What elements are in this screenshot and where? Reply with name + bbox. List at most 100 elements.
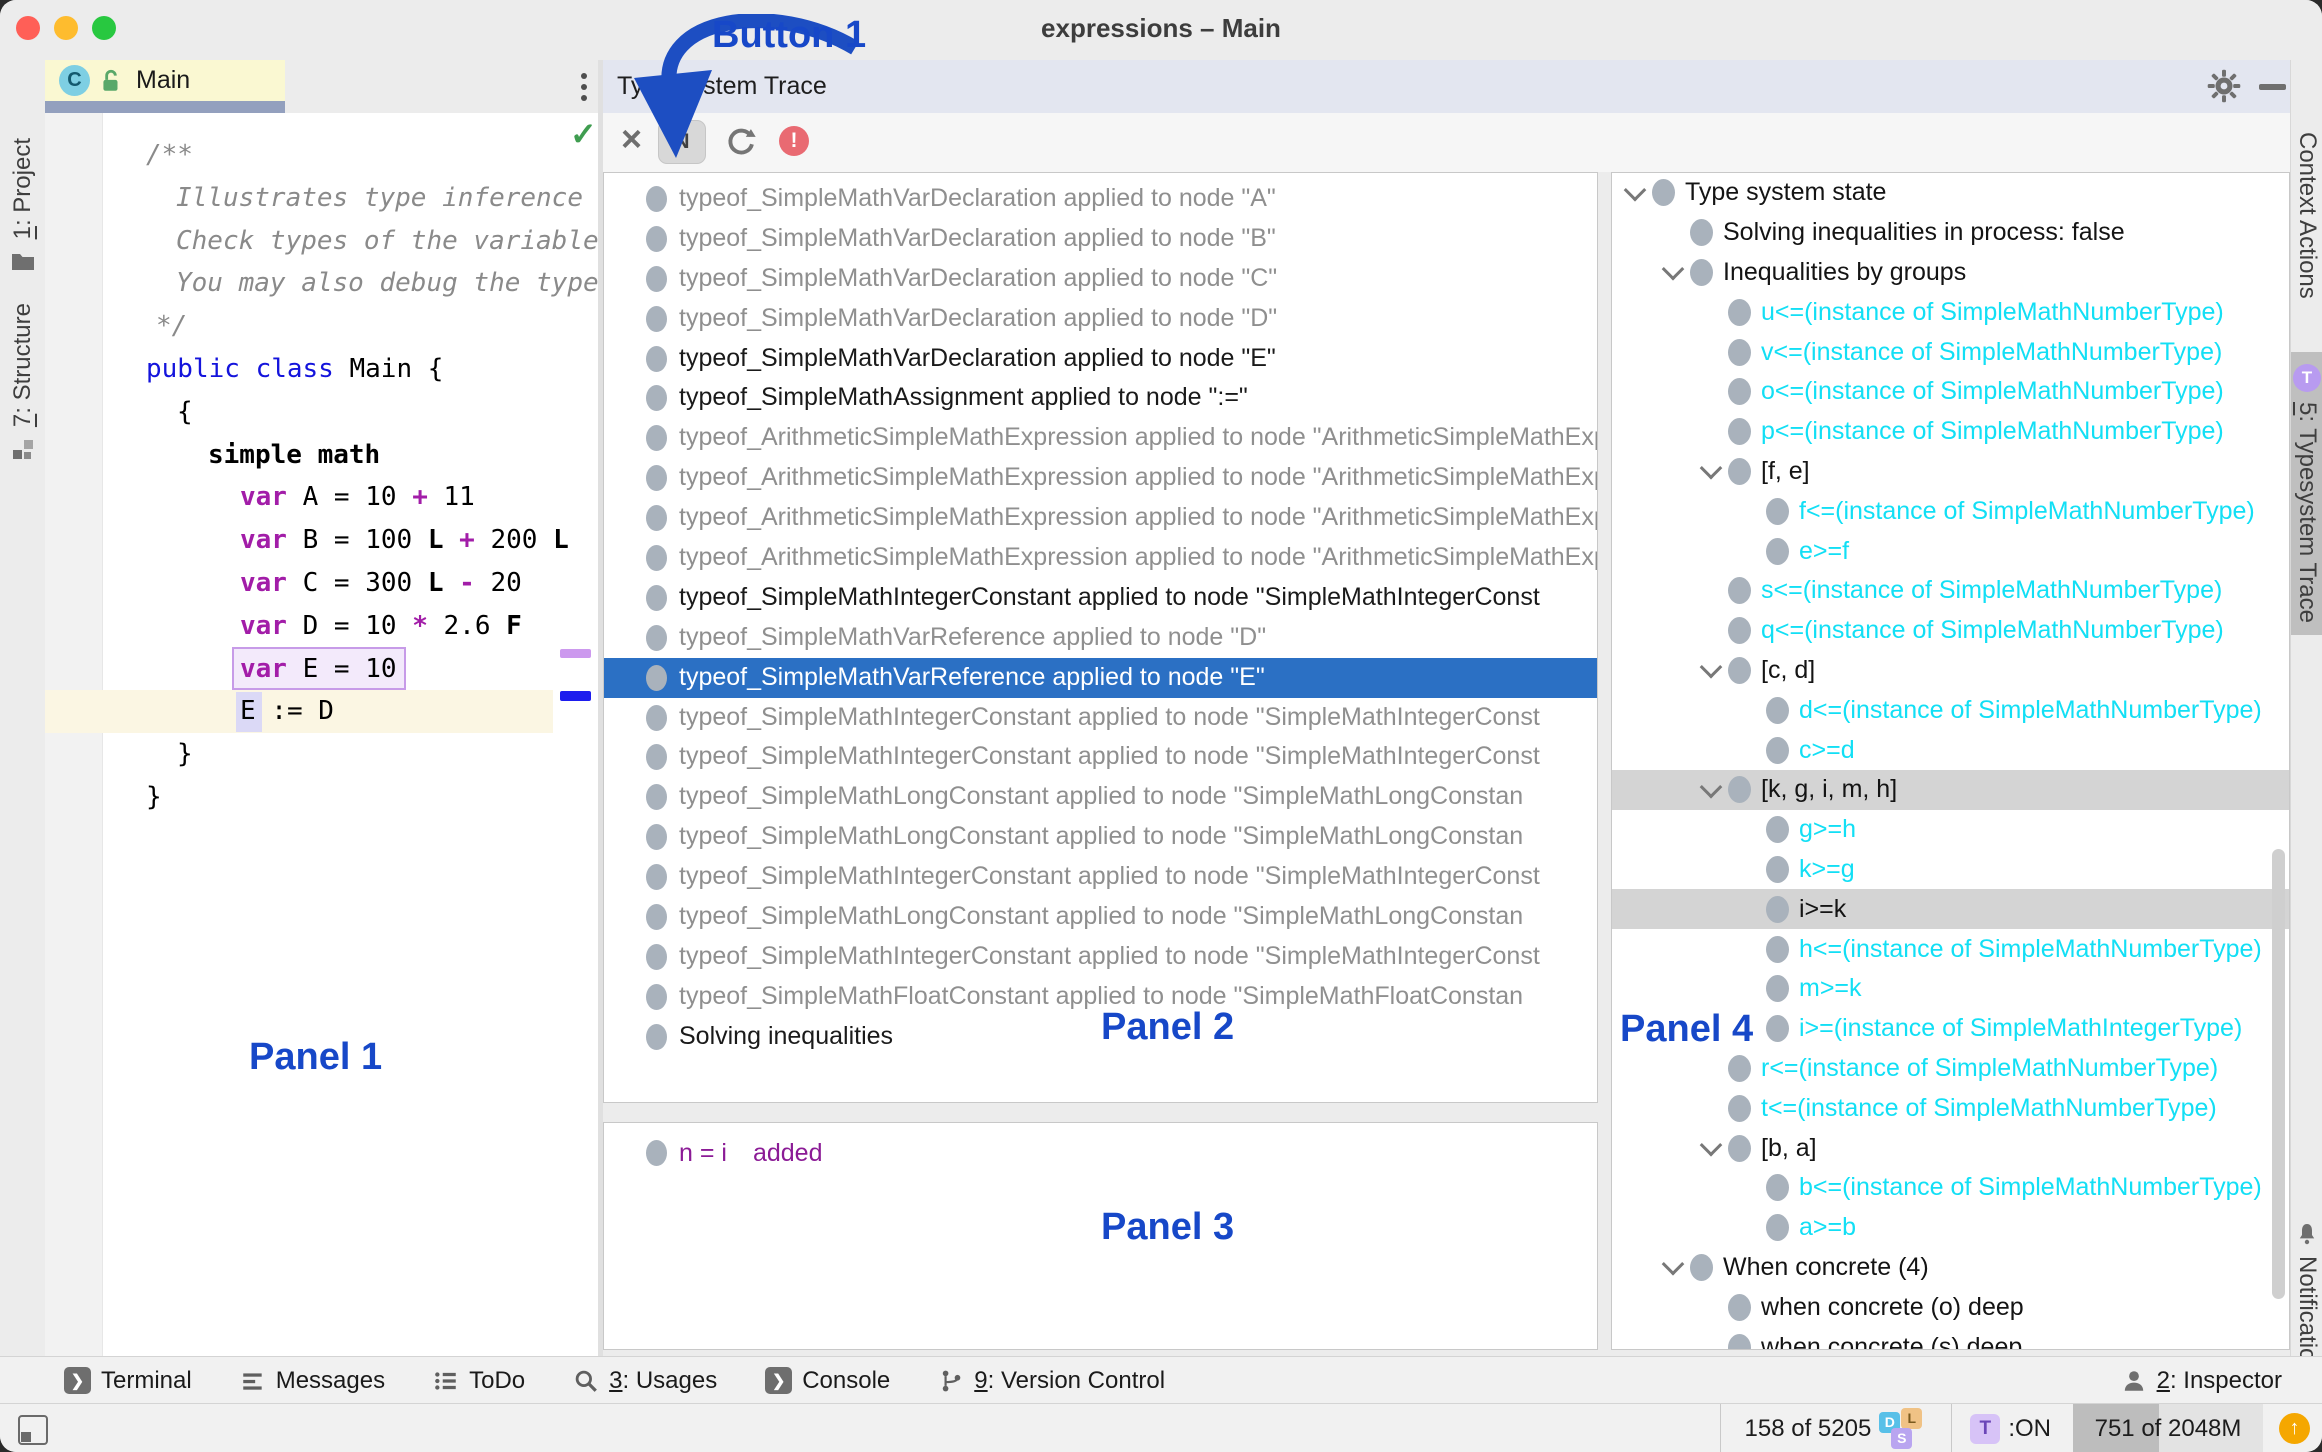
tool-window-bar: ❯Terminal Messages ToDo 3: Usages ❯Console 9:… — [0, 1356, 2322, 1404]
tree-row[interactable]: [f, e] — [1612, 452, 2289, 492]
tree-row[interactable]: when concrete (s) deep — [1612, 1327, 2289, 1350]
code-line[interactable]: */ — [45, 305, 598, 348]
tree-row[interactable]: d<=(instance of SimpleMathNumberType) — [1612, 690, 2289, 730]
code-line[interactable]: public class Main { — [45, 348, 598, 391]
tree-row[interactable]: c>=d — [1612, 730, 2289, 770]
trace-event-row[interactable]: typeof_ArithmeticSimpleMathExpression ap… — [604, 498, 1597, 538]
code-line[interactable]: var E = 10 — [45, 648, 598, 691]
trace-event-row[interactable]: typeof_SimpleMathIntegerConstant applied… — [604, 937, 1597, 977]
typesystem-toggle-state[interactable]: :ON — [2008, 1415, 2051, 1443]
trace-event-list[interactable]: typeof_SimpleMathVarDeclaration applied … — [603, 172, 1598, 1103]
tool-window-button-terminal[interactable]: ❯Terminal — [64, 1367, 192, 1395]
tree-row[interactable]: h<=(instance of SimpleMathNumberType) — [1612, 929, 2289, 969]
messages-icon — [240, 1368, 266, 1394]
code-line[interactable]: } — [45, 776, 598, 819]
tree-row[interactable]: When concrete (4) — [1612, 1248, 2289, 1288]
code-line[interactable]: simple math — [45, 434, 598, 477]
code-line[interactable]: You may also debug the types — [45, 262, 598, 305]
tool-window-button-usages[interactable]: 3: Usages — [573, 1367, 717, 1395]
editor-tab-main[interactable]: C Main — [45, 60, 285, 101]
tree-row[interactable]: v<=(instance of SimpleMathNumberType) — [1612, 332, 2289, 372]
tool-window-button-messages[interactable]: Messages — [240, 1367, 385, 1395]
tree-row[interactable]: [c, d] — [1612, 651, 2289, 691]
tree-row[interactable]: g>=h — [1612, 810, 2289, 850]
trace-event-row[interactable]: typeof_SimpleMathVarDeclaration applied … — [604, 299, 1597, 339]
trace-event-row[interactable]: typeof_SimpleMathAssignment applied to n… — [604, 378, 1597, 418]
tree-row[interactable]: i>=k — [1612, 889, 2289, 929]
bullet-icon — [1690, 259, 1713, 286]
tree-row[interactable]: [b, a] — [1612, 1128, 2289, 1168]
trace-detail-row[interactable]: n = i added — [604, 1133, 1597, 1173]
trace-event-row[interactable]: typeof_SimpleMathVarDeclaration applied … — [604, 219, 1597, 259]
tree-row[interactable]: b<=(instance of SimpleMathNumberType) — [1612, 1168, 2289, 1208]
trace-event-row[interactable]: typeof_SimpleMathIntegerConstant applied… — [604, 737, 1597, 777]
tree-row[interactable]: t<=(instance of SimpleMathNumberType) — [1612, 1088, 2289, 1128]
trace-event-row[interactable]: typeof_SimpleMathVarDeclaration applied … — [604, 339, 1597, 379]
tree-row[interactable]: Inequalities by groups — [1612, 253, 2289, 293]
trace-event-row[interactable]: typeof_ArithmeticSimpleMathExpression ap… — [604, 458, 1597, 498]
tool-window-button-todo[interactable]: ToDo — [433, 1367, 525, 1395]
window-titlebar: expressions – Main — [0, 0, 2322, 61]
tree-row[interactable]: Type system state — [1612, 173, 2289, 213]
tree-row[interactable]: u<=(instance of SimpleMathNumberType) — [1612, 292, 2289, 332]
tree-row[interactable]: [k, g, i, m, h] — [1612, 770, 2289, 810]
tree-scrollbar[interactable] — [2272, 849, 2285, 1299]
sidebar-tab-project[interactable]: 1: Project — [0, 138, 45, 271]
code-line[interactable]: Check types of the variables — [45, 220, 598, 263]
type-system-state-tree[interactable]: Type system stateSolving inequalities in… — [1611, 172, 2290, 1350]
caret-position-status[interactable]: 158 of 5205 — [1739, 1415, 1878, 1443]
sidebar-tab-structure[interactable]: 7: Structure — [0, 303, 45, 461]
code-line[interactable]: var B = 100 L + 200 L — [45, 519, 598, 562]
trace-event-row[interactable]: typeof_SimpleMathIntegerConstant applied… — [604, 857, 1597, 897]
sidebar-tab-context-actions[interactable]: Context Actions — [2291, 132, 2322, 299]
code-line[interactable]: Illustrates type inference — [45, 177, 598, 220]
bullet-icon — [1728, 458, 1751, 485]
gear-icon[interactable] — [2207, 69, 2241, 103]
trace-event-row[interactable]: typeof_SimpleMathIntegerConstant applied… — [604, 698, 1597, 738]
tree-row[interactable]: e>=f — [1612, 531, 2289, 571]
sidebar-tab-typesystem-trace[interactable]: T 5: Typesystem Trace — [2291, 352, 2322, 635]
tree-row[interactable]: f<=(instance of SimpleMathNumberType) — [1612, 491, 2289, 531]
tree-row[interactable]: s<=(instance of SimpleMathNumberType) — [1612, 571, 2289, 611]
tree-row[interactable]: m>=k — [1612, 969, 2289, 1009]
trace-event-row[interactable]: typeof_SimpleMathLongConstant applied to… — [604, 897, 1597, 937]
bullet-icon — [646, 545, 667, 571]
code-line[interactable]: var D = 10 * 2.6 F — [45, 605, 598, 648]
code-line[interactable]: /** — [45, 134, 598, 177]
tree-row[interactable]: a>=b — [1612, 1208, 2289, 1248]
memory-indicator[interactable]: 751 of 2048M — [2073, 1404, 2263, 1452]
tool-window-button-versioncontrol[interactable]: 9: Version Control — [938, 1367, 1165, 1395]
tree-row[interactable]: o<=(instance of SimpleMathNumberType) — [1612, 372, 2289, 412]
typesystem-toggle-icon[interactable]: T — [1970, 1414, 2000, 1444]
code-line[interactable]: } — [45, 733, 598, 776]
tree-row[interactable]: q<=(instance of SimpleMathNumberType) — [1612, 611, 2289, 651]
code-line[interactable]: var C = 300 L - 20 — [45, 562, 598, 605]
trace-event-row[interactable]: typeof_ArithmeticSimpleMathExpression ap… — [604, 538, 1597, 578]
tree-row[interactable]: r<=(instance of SimpleMathNumberType) — [1612, 1049, 2289, 1089]
tree-row[interactable]: k>=g — [1612, 850, 2289, 890]
trace-event-row[interactable]: typeof_SimpleMathVarReference applied to… — [604, 618, 1597, 658]
trace-event-row[interactable]: typeof_SimpleMathIntegerConstant applied… — [604, 578, 1597, 618]
annotation-panel-2: Panel 2 — [1101, 1006, 1234, 1049]
code-line[interactable]: var A = 10 + 11 — [45, 476, 598, 519]
code-line[interactable]: E := D — [45, 690, 598, 733]
trace-event-row[interactable]: typeof_SimpleMathLongConstant applied to… — [604, 777, 1597, 817]
tool-window-button-console[interactable]: ❯Console — [765, 1367, 890, 1395]
dsl-cluster-icon[interactable]: D L S — [1877, 1407, 1933, 1451]
trace-event-row[interactable]: typeof_SimpleMathVarDeclaration applied … — [604, 179, 1597, 219]
gc-button[interactable]: ↑ — [2279, 1413, 2310, 1444]
bullet-icon — [646, 824, 667, 850]
tool-window-inspector[interactable]: 2: Inspector — [2121, 1367, 2282, 1395]
code-editor[interactable]: ✓ /**Illustrates type inferenceCheck typ… — [45, 113, 598, 1356]
tree-row[interactable]: when concrete (o) deep — [1612, 1287, 2289, 1327]
code-line[interactable]: { — [45, 391, 598, 434]
trace-event-row[interactable]: typeof_SimpleMathVarDeclaration applied … — [604, 259, 1597, 299]
trace-event-row[interactable]: typeof_ArithmeticSimpleMathExpression ap… — [604, 418, 1597, 458]
tree-row[interactable]: p<=(instance of SimpleMathNumberType) — [1612, 412, 2289, 452]
hide-panel-icon[interactable] — [2259, 84, 2286, 90]
trace-event-row[interactable]: typeof_SimpleMathVarReference applied to… — [604, 658, 1597, 698]
trace-event-row[interactable]: typeof_SimpleMathLongConstant applied to… — [604, 817, 1597, 857]
toggle-tool-windows-icon[interactable] — [18, 1415, 48, 1445]
tree-row[interactable]: Solving inequalities in process: false — [1612, 213, 2289, 253]
editor-options-kebab-icon[interactable] — [569, 68, 599, 106]
